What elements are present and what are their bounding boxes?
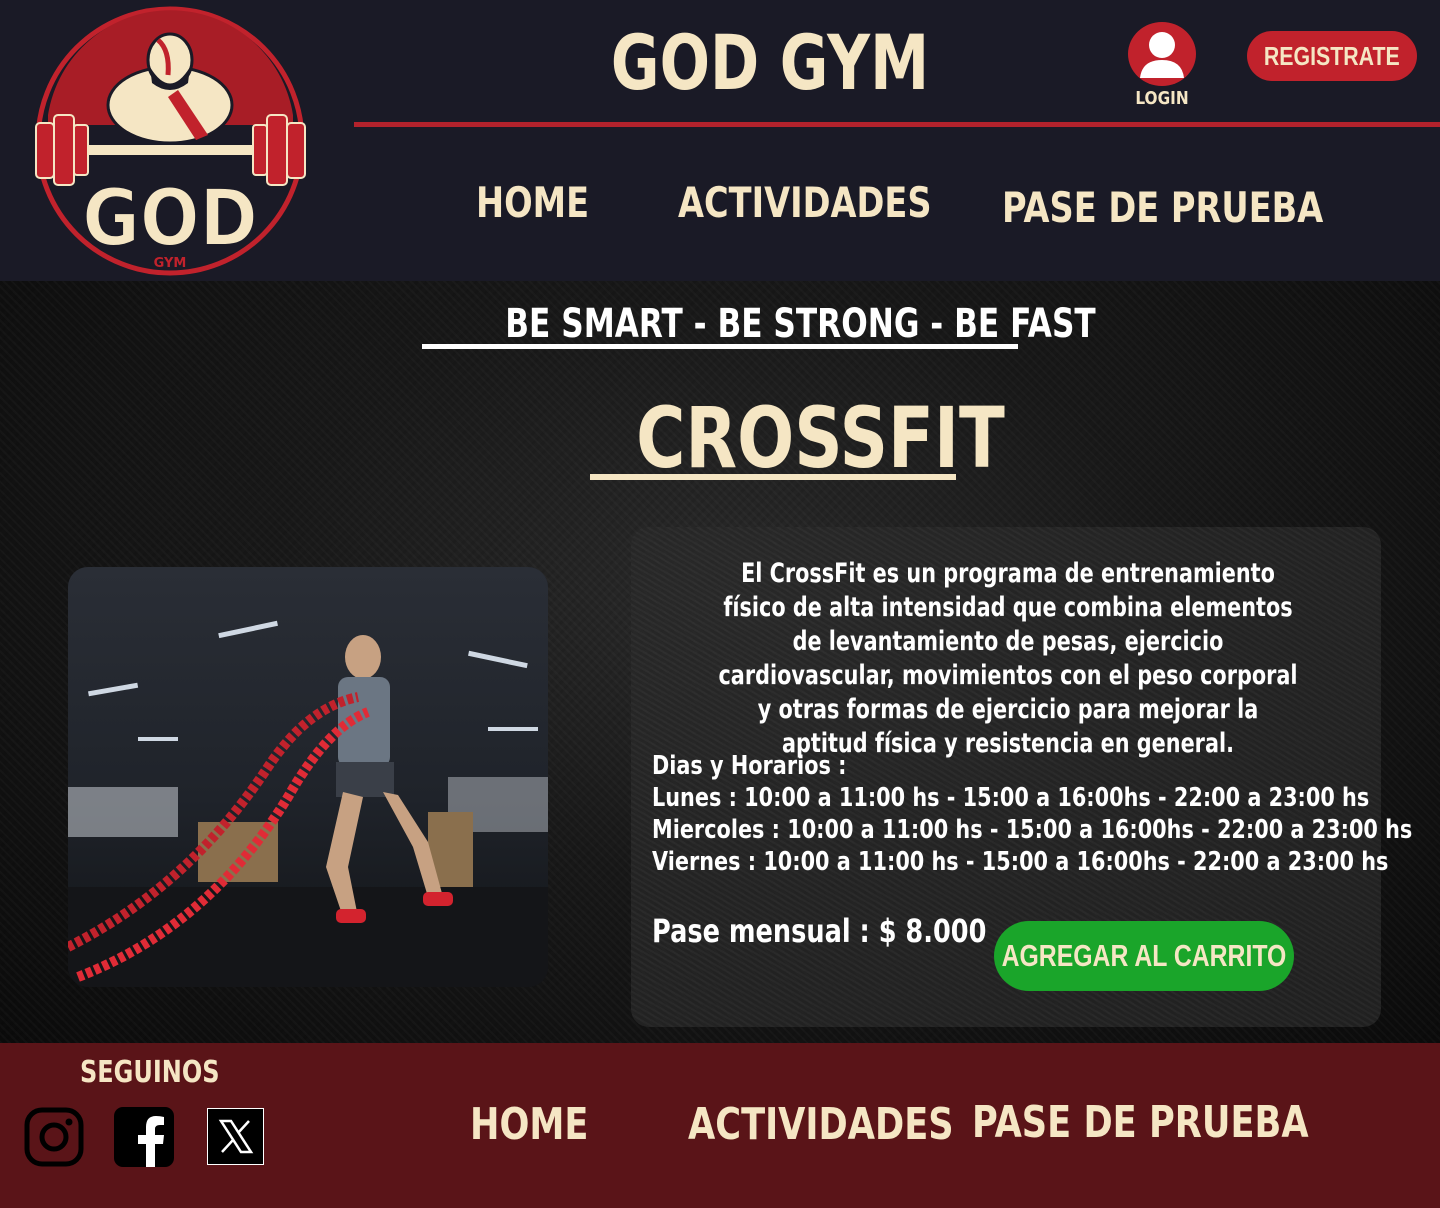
schedule-row: Lunes : 10:00 a 11:00 hs - 15:00 a 16:00… (652, 783, 1370, 813)
login-label: LOGIN (1135, 88, 1189, 109)
schedule-title: Dias y Horarios : (652, 751, 847, 781)
crossfit-photo (68, 567, 548, 987)
site-title: GOD GYM (610, 18, 930, 107)
title-underline (590, 474, 956, 480)
slogan-underline (422, 344, 1018, 349)
user-icon (1128, 22, 1196, 86)
page-title: CROSSFIT (636, 389, 1005, 487)
god-gym-logo[interactable]: GOD GYM (18, 5, 323, 277)
nav-home[interactable]: HOME (476, 178, 589, 227)
footer-nav-pase-de-prueba[interactable]: PASE DE PRUEBA (972, 1097, 1309, 1148)
follow-us-label: SEGUINOS (80, 1055, 220, 1090)
instagram-icon[interactable] (24, 1107, 84, 1167)
activity-info-card: El CrossFit es un programa de entrenamie… (631, 527, 1412, 1027)
nav-pase-de-prueba[interactable]: PASE DE PRUEBA (1002, 183, 1323, 232)
schedule: Dias y Horarios : Lunes : 10:00 a 11:00 … (652, 750, 1412, 878)
nav-actividades[interactable]: ACTIVIDADES (678, 178, 932, 227)
login-button[interactable]: LOGIN (1120, 22, 1204, 114)
site-footer: SEGUINOS HOME ACTIVIDADES PASE DE PRUEBA (0, 1043, 1440, 1208)
slogan: BE SMART - BE STRONG - BE FAST (505, 301, 1096, 347)
add-to-cart-button[interactable]: AGREGAR AL CARRITO (994, 921, 1294, 991)
footer-nav-actividades[interactable]: ACTIVIDADES (688, 1099, 954, 1150)
footer-nav-home[interactable]: HOME (470, 1099, 588, 1150)
site-header: GOD GYM GOD GYM LOGIN REGISTRATE HOME AC… (0, 0, 1440, 281)
x-icon[interactable] (207, 1108, 264, 1165)
facebook-icon[interactable] (114, 1107, 174, 1167)
schedule-row: Miercoles : 10:00 a 11:00 hs - 15:00 a 1… (652, 815, 1413, 845)
activity-description: El CrossFit es un programa de entrenamie… (718, 558, 1298, 759)
schedule-row: Viernes : 10:00 a 11:00 hs - 15:00 a 16:… (652, 847, 1389, 877)
logo-subtext: GYM (154, 256, 187, 271)
main-content: BE SMART - BE STRONG - BE FAST CROSSFIT (0, 281, 1440, 1043)
monthly-price: Pase mensual : $ 8.000 (652, 912, 987, 950)
register-label: REGISTRATE (1264, 40, 1400, 71)
add-to-cart-label: AGREGAR AL CARRITO (1001, 938, 1287, 973)
logo-text: GOD (82, 174, 258, 264)
header-divider (354, 122, 1440, 127)
register-button[interactable]: REGISTRATE (1247, 31, 1417, 81)
